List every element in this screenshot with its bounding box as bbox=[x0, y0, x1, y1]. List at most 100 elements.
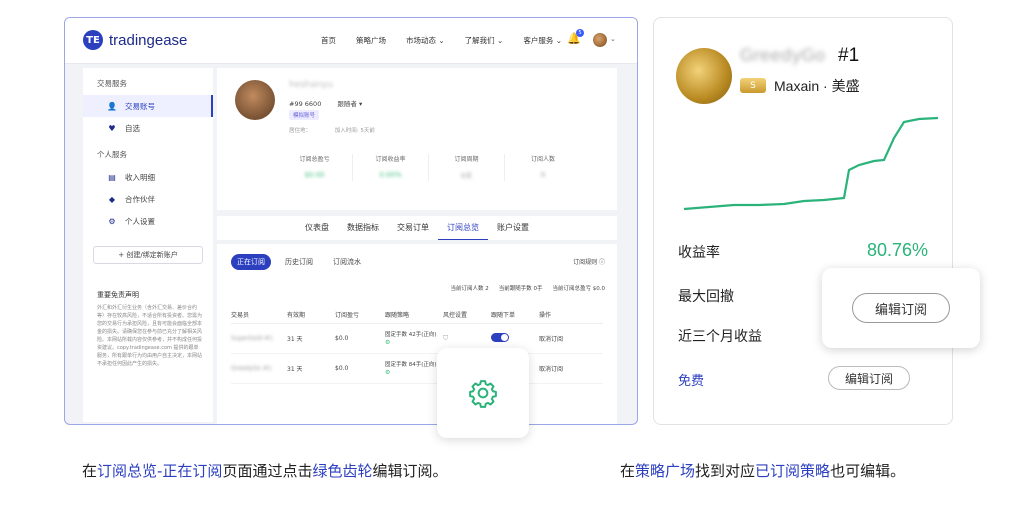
create-account-button[interactable]: + 创建/绑定新账户 bbox=[93, 246, 203, 264]
column-header: 风控设置 bbox=[443, 312, 468, 319]
account-id: #99 6600 bbox=[289, 100, 322, 108]
caption-left: 在订阅总览-正在订阅页面通过点击绿色齿轮编辑订阅。 bbox=[82, 460, 447, 481]
valid-period: 31 天 bbox=[287, 336, 303, 343]
subscription-overview-screenshot: TE tradingease 首页 策略广场 市场动态 ⌄ 了解我们 ⌄ 客户服… bbox=[64, 17, 638, 425]
nav-about-us[interactable]: 了解我们 ⌄ bbox=[465, 35, 504, 46]
list-icon: ▤ bbox=[108, 172, 116, 182]
subscription-panel: 正在订阅 历史订阅 订阅流水 订阅规则 ⓘ 当前订阅人数 2 当前跟随手数 0手… bbox=[217, 244, 617, 424]
brand-name: tradingease bbox=[109, 31, 188, 49]
user-avatar[interactable] bbox=[593, 33, 607, 47]
profile-avatar bbox=[235, 80, 275, 120]
main-nav: 首页 策略广场 市场动态 ⌄ 了解我们 ⌄ 客户服务 ⌄ bbox=[321, 35, 562, 46]
stat-label: 订阅收益率 bbox=[375, 156, 406, 163]
sidebar-item-favorites[interactable]: ♥ 自选 bbox=[83, 117, 213, 139]
toggle-switch[interactable] bbox=[491, 333, 509, 342]
trader-rank: #1 bbox=[838, 45, 860, 66]
subscription-table: 交易员 有效期 订阅盈亏 跟随策略 风控设置 跟随下单 操作 SuperGold… bbox=[231, 306, 603, 384]
tab-metrics[interactable]: 数据指标 bbox=[338, 216, 388, 240]
edit-callout: 编辑订阅 bbox=[822, 268, 980, 348]
nav-home[interactable]: 首页 bbox=[321, 35, 336, 46]
return-sparkline bbox=[684, 116, 938, 211]
user-icon: 👤 bbox=[107, 101, 117, 111]
column-header: 操作 bbox=[539, 312, 552, 319]
shield-icon[interactable]: ⛉ bbox=[443, 334, 491, 343]
subtab-active[interactable]: 正在订阅 bbox=[231, 254, 271, 270]
gear-icon[interactable]: ⚙ bbox=[385, 339, 390, 346]
nav-customer-service[interactable]: 客户服务 ⌄ bbox=[523, 35, 562, 46]
gear-icon[interactable]: ⚙ bbox=[385, 369, 390, 376]
nav-strategy-square[interactable]: 策略广场 bbox=[356, 35, 386, 46]
summary-subscribers: 当前订阅人数 2 bbox=[450, 286, 489, 292]
profile-id: #99 6600 跟随者 ▾ bbox=[289, 98, 362, 108]
nav-market-news[interactable]: 市场动态 ⌄ bbox=[406, 35, 445, 46]
caption-text: 编辑订阅。 bbox=[372, 462, 448, 480]
cancel-subscription-button[interactable]: 取消订阅 bbox=[539, 364, 583, 373]
caption-text: 页面通过点击 bbox=[222, 462, 313, 480]
subtab-history[interactable]: 历史订阅 bbox=[279, 254, 319, 270]
sidebar: 交易服务 👤 交易账号 ♥ 自选 个人服务 ▤ 收入明细 ◆ 合作伙伴 ⚙ 个人… bbox=[83, 68, 213, 422]
trader-name[interactable]: SuperGold #1 bbox=[231, 335, 287, 342]
caption-highlight: 已订阅策略 bbox=[755, 462, 831, 480]
stat-return-rate: 订阅收益率 0.00% bbox=[353, 154, 429, 181]
caption-text: 找到对应 bbox=[695, 462, 756, 480]
stat-value: 0.00% bbox=[379, 171, 402, 179]
sidebar-item-label: 合作伙伴 bbox=[125, 194, 155, 204]
table-row: GreedyGo #1 31 天 $0.0 固定手数 84手(正向)⚙ ⛉ 取消… bbox=[231, 354, 603, 384]
trader-name[interactable]: GreedyGo #1 bbox=[231, 365, 287, 372]
subscription-summary: 当前订阅人数 2 当前跟随手数 0手 当前订阅总盈亏 $0.0 bbox=[451, 284, 606, 292]
sidebar-item-partners[interactable]: ◆ 合作伙伴 bbox=[83, 188, 213, 210]
price-free-label: 免费 bbox=[678, 374, 705, 389]
sidebar-section-personal: 个人服务 bbox=[97, 150, 127, 159]
brand-logo[interactable]: TE tradingease bbox=[83, 30, 187, 50]
sidebar-item-trading-account[interactable]: 👤 交易账号 bbox=[83, 95, 213, 117]
stat-period: 订阅周期 0天 bbox=[429, 154, 505, 181]
subscription-stats: 订阅总盈亏 $0.00 订阅收益率 0.00% 订阅周期 0天 订阅人数 0 bbox=[277, 154, 581, 181]
gear-callout[interactable] bbox=[437, 348, 529, 438]
stat-subscribers: 订阅人数 0 bbox=[505, 154, 581, 181]
notification-badge: 5 bbox=[576, 29, 584, 37]
gem-icon: ◆ bbox=[108, 194, 116, 204]
stat-value: 0 bbox=[540, 171, 546, 179]
account-type-tag: 模拟账号 bbox=[289, 110, 320, 120]
green-gear-icon[interactable] bbox=[468, 378, 498, 408]
caption-highlight: 订阅总览-正在订阅 bbox=[97, 462, 223, 480]
sidebar-item-label: 收入明细 bbox=[125, 172, 155, 182]
tab-orders[interactable]: 交易订单 bbox=[388, 216, 438, 240]
chevron-down-icon[interactable]: ⌄ bbox=[610, 35, 616, 43]
cancel-subscription-button[interactable]: 取消订阅 bbox=[539, 334, 583, 343]
follow-order-toggle[interactable] bbox=[491, 333, 539, 344]
tab-subscription-overview[interactable]: 订阅总览 bbox=[438, 216, 488, 240]
top-navbar: TE tradingease 首页 策略广场 市场动态 ⌄ 了解我们 ⌄ 客户服… bbox=[65, 18, 637, 64]
stat-total-pnl: 订阅总盈亏 $0.00 bbox=[277, 154, 353, 181]
edit-subscription-button-zoom[interactable]: 编辑订阅 bbox=[852, 293, 950, 323]
stat-value: $0.00 bbox=[304, 171, 325, 179]
column-header: 有效期 bbox=[287, 312, 306, 319]
stat-value: 0天 bbox=[460, 172, 473, 180]
column-header: 跟随下单 bbox=[491, 312, 516, 319]
column-header: 订阅盈亏 bbox=[335, 312, 360, 319]
sidebar-item-label: 自选 bbox=[125, 123, 140, 133]
stat-label: 订阅人数 bbox=[530, 156, 555, 163]
broker-name: Maxain · 美盛 bbox=[774, 78, 860, 94]
edit-subscription-button[interactable]: 编辑订阅 bbox=[828, 366, 910, 390]
table-header: 交易员 有效期 订阅盈亏 跟随策略 风控设置 跟随下单 操作 bbox=[231, 306, 603, 324]
sidebar-item-income[interactable]: ▤ 收入明细 bbox=[83, 166, 213, 188]
strategy-text: 固定手数 84手(正向) bbox=[385, 361, 437, 368]
joined-label: 加入时间: 5天前 bbox=[334, 128, 375, 134]
account-tabs: 仪表盘 数据指标 交易订单 订阅总览 账户设置 bbox=[217, 216, 617, 240]
gear-icon: ⚙ bbox=[108, 216, 116, 226]
tab-dashboard[interactable]: 仪表盘 bbox=[296, 216, 338, 240]
summary-lots: 当前跟随手数 0手 bbox=[498, 286, 543, 292]
profile-card: heshanyu #99 6600 跟随者 ▾ 模拟账号 居住地： 加入时间: … bbox=[217, 68, 617, 210]
strategy-card-screenshot: GreedyGo #1 S Maxain · 美盛 收益率 80.76% 最大回… bbox=[653, 17, 953, 425]
logo-icon: TE bbox=[83, 30, 103, 50]
subscription-rules-link[interactable]: 订阅规则 ⓘ bbox=[573, 257, 605, 266]
sidebar-item-settings[interactable]: ⚙ 个人设置 bbox=[83, 210, 213, 232]
role-dropdown[interactable]: 跟随者 ▾ bbox=[337, 100, 362, 108]
caption-highlight: 绿色齿轮 bbox=[312, 462, 373, 480]
profile-name: heshanyu bbox=[289, 80, 333, 90]
subtab-flow[interactable]: 订阅流水 bbox=[327, 254, 367, 270]
subscription-subtabs: 正在订阅 历史订阅 订阅流水 bbox=[231, 254, 367, 270]
caption-highlight: 策略广场 bbox=[635, 462, 696, 480]
tab-account-settings[interactable]: 账户设置 bbox=[488, 216, 538, 240]
